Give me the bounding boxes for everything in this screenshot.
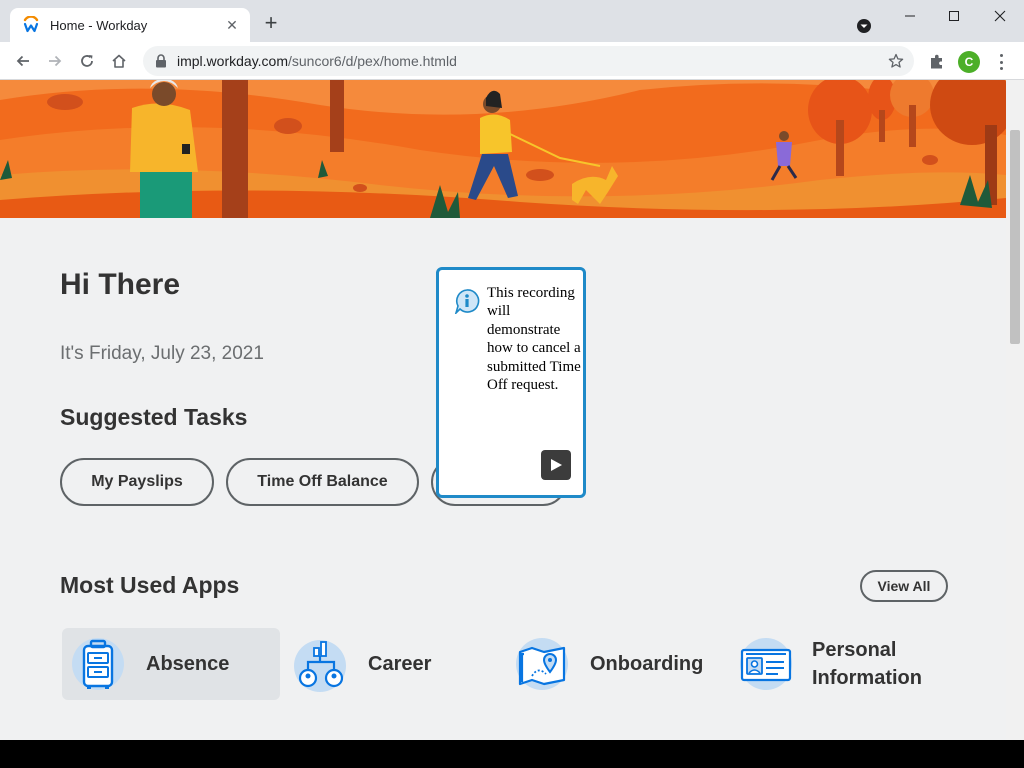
star-icon[interactable] (888, 53, 904, 69)
time-off-balance-button[interactable]: Time Off Balance (226, 458, 419, 506)
puzzle-icon[interactable] (928, 53, 946, 71)
hero-banner (0, 80, 1006, 218)
reload-icon[interactable] (76, 50, 98, 72)
view-all-button[interactable]: View All (860, 570, 948, 602)
app-label-career: Career (368, 653, 432, 675)
page-content: Hi There It's Friday, July 23, 2021 Sugg… (0, 80, 1006, 740)
forward-arrow-icon[interactable] (44, 50, 66, 72)
suggested-tasks-heading: Suggested Tasks (60, 404, 248, 430)
scrollbar-thumb[interactable] (1010, 130, 1020, 344)
app-label-personal-information: Personal Information (812, 639, 922, 689)
maximize-icon[interactable] (934, 4, 974, 28)
most-used-apps-heading: Most Used Apps (60, 572, 240, 598)
app-tile-personal-information[interactable]: Personal Information (728, 628, 958, 700)
url-text: impl.workday.com/suncor6/d/pex/home.html… (177, 53, 457, 69)
play-icon[interactable] (541, 450, 571, 480)
info-icon (454, 288, 480, 316)
minimize-icon[interactable] (890, 4, 930, 28)
plus-icon[interactable]: + (260, 12, 282, 35)
app-label-absence: Absence (146, 653, 230, 675)
home-icon[interactable] (108, 50, 130, 72)
browser-toolbar: impl.workday.com/suncor6/d/pex/home.html… (0, 42, 1024, 80)
app-tile-career[interactable]: Career (284, 628, 494, 700)
career-path-icon (292, 636, 348, 692)
back-arrow-icon[interactable] (12, 50, 34, 72)
tab-title: Home - Workday (50, 17, 148, 33)
bottom-bar (0, 740, 1024, 768)
id-card-icon (736, 636, 792, 692)
vertical-scrollbar[interactable] (1006, 80, 1024, 740)
recording-callout: This recording will demonstrate how to c… (436, 267, 586, 498)
greeting-heading: Hi There (60, 268, 181, 301)
workday-logo-icon (22, 16, 40, 34)
app-tile-absence[interactable]: Absence (62, 628, 280, 700)
profile-avatar[interactable]: C (958, 51, 980, 73)
lock-icon[interactable] (155, 54, 167, 68)
suitcase-icon (70, 636, 126, 692)
chevron-down-icon[interactable] (856, 18, 872, 34)
app-tile-onboarding[interactable]: Onboarding (506, 628, 716, 700)
tab-strip: Home - Workday ✕ + (0, 0, 1024, 42)
address-bar[interactable]: impl.workday.com/suncor6/d/pex/home.html… (143, 46, 914, 76)
window-close-icon[interactable] (980, 4, 1020, 28)
callout-text: This recording will demonstrate how to c… (487, 285, 581, 394)
map-icon (514, 636, 570, 692)
app-label-onboarding: Onboarding (590, 653, 704, 675)
kebab-menu-icon[interactable] (996, 52, 1006, 72)
close-icon[interactable]: ✕ (224, 17, 240, 33)
date-text: It's Friday, July 23, 2021 (60, 343, 264, 364)
browser-tab[interactable]: Home - Workday ✕ (10, 8, 250, 42)
my-payslips-button[interactable]: My Payslips (60, 458, 214, 506)
